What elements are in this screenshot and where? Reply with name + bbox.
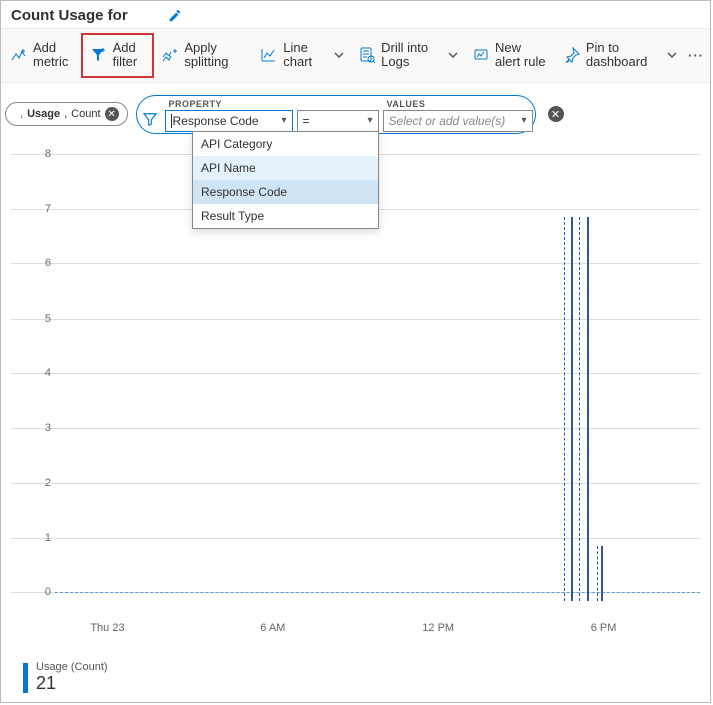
y-tick: 1	[39, 532, 51, 544]
x-tick: Thu 23	[90, 622, 124, 634]
pin-button[interactable]: Pin to dashboard	[556, 33, 660, 78]
operator-value: =	[303, 114, 310, 128]
x-tick: 6 AM	[260, 622, 285, 634]
chip-remove-icon[interactable]: ✕	[105, 107, 119, 121]
series-spike	[587, 217, 589, 601]
x-tick: 12 PM	[422, 622, 454, 634]
more-button[interactable]: ···	[684, 33, 708, 78]
add-filter-label: Add filter	[113, 41, 145, 70]
add-filter-icon	[91, 47, 107, 63]
baseline	[55, 592, 700, 593]
property-value: Response Code	[171, 114, 259, 128]
pin-icon	[564, 47, 580, 63]
apply-splitting-label: Apply splitting	[184, 41, 237, 70]
drill-logs-label: Drill into Logs	[381, 41, 433, 70]
page-title: Count Usage for	[11, 7, 128, 24]
new-alert-label: New alert rule	[495, 41, 548, 70]
line-chart-label: Line chart	[283, 41, 319, 70]
dropdown-option[interactable]: Response Code	[193, 180, 378, 204]
x-tick: 6 PM	[591, 622, 617, 634]
pin-label: Pin to dashboard	[586, 41, 652, 70]
chevron-down-icon: ▾	[367, 115, 372, 126]
legend: Usage (Count) 21	[1, 653, 710, 702]
chevron-down-icon: ▾	[521, 115, 526, 126]
values-label: Values	[383, 99, 533, 109]
chip-metric: Usage	[27, 108, 60, 120]
y-tick: 7	[39, 203, 51, 215]
legend-value: 21	[36, 673, 108, 694]
dropdown-option[interactable]: API Category	[193, 132, 378, 156]
split-icon	[162, 47, 178, 63]
new-alert-button[interactable]: New alert rule	[465, 33, 556, 78]
legend-label: Usage (Count)	[36, 661, 108, 673]
property-label: Property	[165, 99, 293, 109]
y-tick: 6	[39, 257, 51, 269]
add-metric-icon	[11, 47, 27, 63]
apply-splitting-button[interactable]: Apply splitting	[154, 33, 245, 78]
add-filter-button[interactable]: Add filter	[81, 33, 155, 78]
series-spike	[601, 546, 603, 601]
chip-agg: Count	[71, 108, 100, 120]
drill-logs-icon	[359, 47, 375, 63]
y-tick: 2	[39, 477, 51, 489]
filter-group: Property Response Code ▾ = ▾ Values Sele…	[136, 95, 536, 134]
toolbar: Add metric Add filter Apply splitting Li…	[1, 28, 710, 83]
filter-icon	[139, 112, 161, 132]
property-combo[interactable]: Response Code ▾	[165, 110, 293, 132]
dropdown-option[interactable]: API Name	[193, 156, 378, 180]
series-spike	[571, 217, 573, 601]
add-metric-button[interactable]: Add metric	[3, 33, 81, 78]
operator-combo[interactable]: = ▾	[297, 110, 379, 132]
metric-chip[interactable]: , Usage, Count ✕	[5, 102, 128, 126]
add-metric-label: Add metric	[33, 41, 73, 70]
line-chart-button[interactable]: Line chart	[253, 33, 327, 78]
y-tick: 5	[39, 313, 51, 325]
chevron-down-icon: ▾	[281, 115, 286, 126]
dropdown-option[interactable]: Result Type	[193, 204, 378, 228]
y-tick: 4	[39, 367, 51, 379]
y-tick: 3	[39, 422, 51, 434]
y-tick: 8	[39, 148, 51, 160]
drill-logs-button[interactable]: Drill into Logs	[351, 33, 441, 78]
line-chart-icon	[261, 47, 277, 63]
values-combo[interactable]: Select or add value(s) ▾	[383, 110, 533, 132]
y-tick: 0	[39, 586, 51, 598]
property-dropdown: API Category API Name Response Code Resu…	[192, 131, 379, 229]
alert-icon	[473, 47, 489, 63]
values-placeholder: Select or add value(s)	[389, 114, 506, 128]
pin-chevron[interactable]	[660, 33, 684, 78]
filter-row: , Usage, Count ✕ Property Response Code …	[1, 83, 710, 138]
legend-color-bar	[23, 663, 28, 693]
drill-logs-chevron[interactable]	[441, 33, 465, 78]
line-chart-chevron[interactable]	[327, 33, 351, 78]
filter-remove-icon[interactable]: ✕	[548, 106, 564, 122]
edit-icon[interactable]	[168, 9, 182, 23]
